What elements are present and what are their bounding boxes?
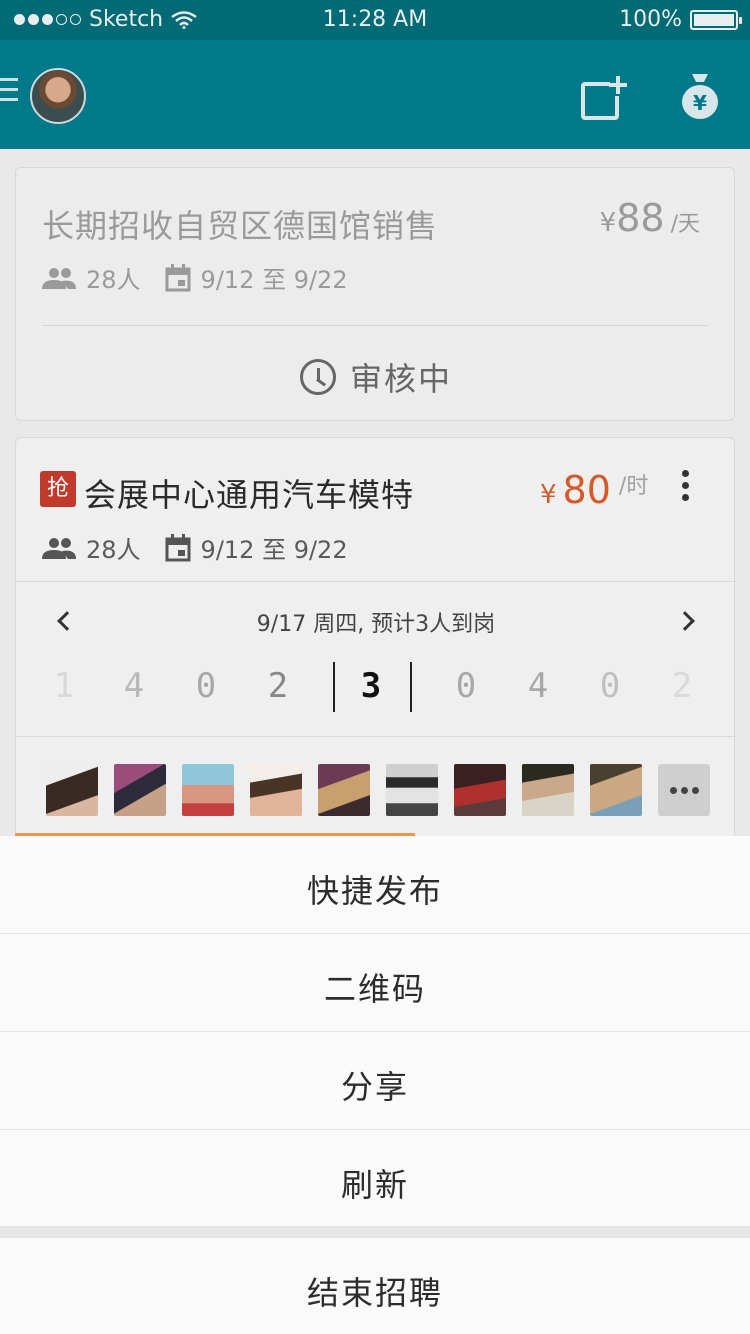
- calendar-icon: [165, 533, 191, 561]
- more-applicants-button[interactable]: [658, 764, 710, 816]
- new-post-icon[interactable]: [580, 74, 628, 120]
- menu-icon[interactable]: [0, 78, 18, 104]
- day-count[interactable]: 0: [446, 666, 486, 706]
- applicant-avatars: [46, 764, 710, 816]
- job-meta: 28人 9/12 至 9/22: [42, 530, 348, 565]
- price-value: 80: [562, 468, 611, 512]
- currency-symbol: ¥: [599, 208, 617, 238]
- day-summary: 9/17 周四, 预计3人到岗: [256, 612, 496, 637]
- applicant-avatar[interactable]: [46, 764, 98, 816]
- separator: [0, 933, 750, 934]
- day-count[interactable]: 0: [590, 666, 630, 706]
- divider: [16, 736, 736, 737]
- job-price: ¥88/天: [600, 196, 700, 240]
- date-range: 9/12 至 9/22: [200, 266, 348, 294]
- divider: [42, 325, 708, 326]
- battery-group: 100%: [619, 7, 742, 32]
- qr-code-option[interactable]: 二维码: [0, 964, 750, 1010]
- separator: [0, 1129, 750, 1130]
- people-icon: [42, 537, 76, 559]
- people-count: 28人: [86, 266, 141, 294]
- battery-icon: [690, 9, 742, 30]
- applicant-avatar[interactable]: [182, 764, 234, 816]
- people-count: 28人: [86, 536, 141, 564]
- end-recruiting-button[interactable]: 结束招聘: [0, 1268, 750, 1314]
- applicant-avatar[interactable]: [522, 764, 574, 816]
- applicant-avatar[interactable]: [250, 764, 302, 816]
- people-icon: [42, 267, 76, 289]
- refresh-option[interactable]: 刷新: [0, 1160, 750, 1206]
- day-count-strip[interactable]: 140230402: [16, 666, 736, 716]
- day-count[interactable]: 2: [662, 666, 702, 706]
- price-value: 88: [616, 196, 665, 240]
- action-sheet: 快捷发布 二维码 分享 刷新 结束招聘: [0, 836, 750, 1334]
- job-meta: 28人 9/12 至 9/22: [42, 260, 348, 295]
- job-title: 长期招收自贸区德国馆销售: [42, 207, 439, 245]
- nav-bar: ¥: [0, 40, 750, 149]
- more-vert-icon[interactable]: [682, 470, 690, 504]
- review-status: 审核中: [16, 354, 736, 400]
- clock-icon: [299, 359, 336, 395]
- sheet-gap: [0, 1226, 750, 1238]
- divider: [16, 581, 736, 582]
- separator: [0, 1031, 750, 1032]
- day-count[interactable]: 0: [186, 666, 226, 706]
- job-title: 会展中心通用汽车模特: [84, 476, 415, 514]
- quick-publish-option[interactable]: 快捷发布: [0, 866, 750, 912]
- job-card[interactable]: 抢 会展中心通用汽车模特 ¥80/时 28人 9/12 至 9/22 9/17 …: [15, 437, 736, 857]
- applicant-avatar[interactable]: [386, 764, 438, 816]
- day-count[interactable]: 2: [258, 666, 298, 706]
- applicant-avatar[interactable]: [454, 764, 506, 816]
- svg-text:¥: ¥: [693, 91, 707, 115]
- applicant-avatar[interactable]: [114, 764, 166, 816]
- selection-marker: [410, 662, 412, 712]
- day-count[interactable]: 4: [114, 666, 154, 706]
- money-bag-icon[interactable]: ¥: [680, 70, 720, 120]
- job-card[interactable]: 长期招收自贸区德国馆销售 ¥88/天 28人 9/12 至 9/22 审核中: [15, 167, 735, 421]
- selection-marker: [333, 662, 335, 712]
- day-count[interactable]: 1: [44, 666, 84, 706]
- rush-badge: 抢: [40, 471, 76, 507]
- job-price: ¥80/时: [540, 468, 648, 512]
- status-bar: Sketch 11:28 AM 100%: [0, 0, 750, 40]
- avatar[interactable]: [30, 68, 86, 124]
- price-unit: /天: [670, 212, 700, 237]
- currency-symbol: ¥: [540, 480, 557, 510]
- applicant-avatar[interactable]: [590, 764, 642, 816]
- date-range: 9/12 至 9/22: [200, 536, 348, 564]
- applicant-avatar[interactable]: [318, 764, 370, 816]
- share-option[interactable]: 分享: [0, 1062, 750, 1108]
- day-count[interactable]: 4: [518, 666, 558, 706]
- status-label: 审核中: [349, 360, 452, 398]
- calendar-icon: [165, 263, 191, 291]
- day-count-selected[interactable]: 3: [351, 666, 391, 706]
- battery-percent: 100%: [619, 7, 682, 32]
- price-unit: /时: [618, 474, 649, 499]
